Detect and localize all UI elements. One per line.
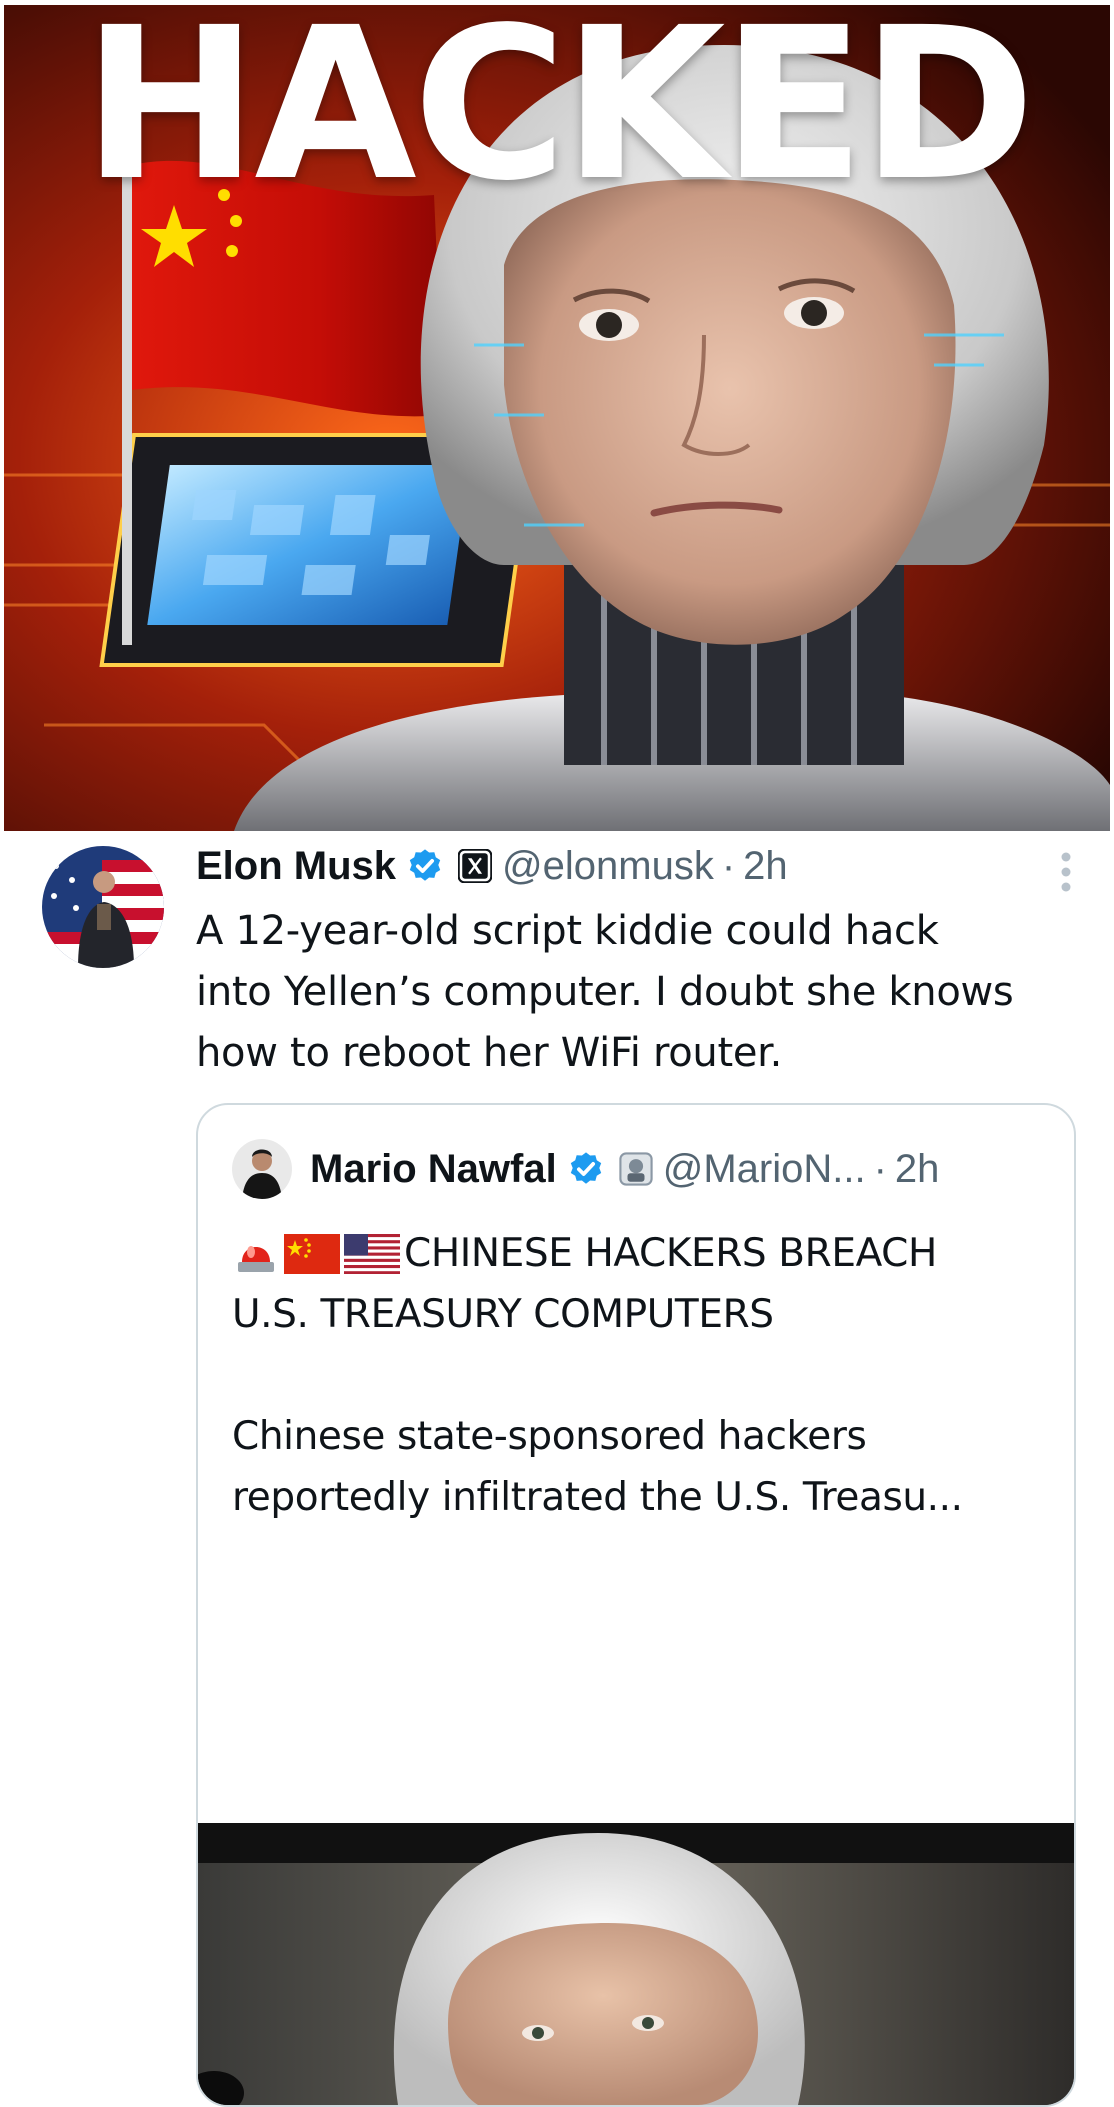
tweet[interactable]: Elon Musk @elonmusk · 2h A 12-year-old s… [0, 833, 1114, 2107]
tweet-text-line: A 12-year-old script kiddie could hack [196, 908, 939, 954]
header-separator: · [873, 1146, 887, 1191]
quoted-headline-line: U.S. TREASURY COMPUTERS [232, 1292, 774, 1337]
us-flag-icon [344, 1233, 400, 1274]
china-flag-icon [284, 1233, 340, 1274]
quoted-tweet-time[interactable]: 2h [895, 1147, 940, 1192]
quoted-tweet-text: CHINESE HACKERS BREACH U.S. TREASURY COM… [232, 1223, 1052, 1528]
author-handle[interactable]: @elonmusk [502, 844, 714, 889]
police-light-icon [238, 1245, 274, 1272]
author-name[interactable]: Elon Musk [196, 844, 396, 889]
quoted-body-line: Chinese state-sponsored hackers [232, 1414, 867, 1459]
more-options-icon[interactable] [1056, 849, 1076, 895]
affiliate-badge-icon[interactable] [619, 1152, 653, 1186]
quoted-tweet-header: Mario Nawfal @MarioN... · 2h [310, 1141, 1044, 1197]
hero-image: HACKED [4, 5, 1110, 831]
quoted-body-line: reportedly infiltrated the U.S. Treasu..… [232, 1475, 963, 1520]
x-logo-icon[interactable] [458, 849, 493, 883]
quoted-avatar-image [232, 1139, 292, 1199]
author-avatar[interactable] [42, 846, 164, 968]
header-separator: · [721, 843, 736, 888]
tweet-text-line: into Yellen’s computer. I doubt she know… [196, 969, 1014, 1015]
quoted-photo-image [198, 1823, 1074, 2105]
tweet-text-line: how to reboot her WiFi router. [196, 1030, 783, 1076]
quoted-tweet-card[interactable]: Mario Nawfal @MarioN... · 2h CHINESE HAC… [196, 1103, 1076, 2107]
verified-badge-icon[interactable] [406, 847, 444, 885]
quoted-tweet-photo[interactable] [198, 1823, 1074, 2105]
quoted-headline: CHINESE HACKERS BREACH [404, 1231, 937, 1276]
verified-badge-icon[interactable] [567, 1150, 605, 1188]
quoted-author-name[interactable]: Mario Nawfal [310, 1147, 557, 1192]
tweet-header: Elon Musk @elonmusk · 2h [196, 843, 1054, 889]
hero-headline: HACKED [82, 5, 1036, 227]
quoted-headline-row: CHINESE HACKERS BREACH [232, 1223, 1052, 1284]
avatar-image [42, 846, 164, 968]
quoted-author-handle[interactable]: @MarioN... [663, 1147, 866, 1192]
quoted-author-avatar[interactable] [232, 1139, 292, 1199]
tweet-text: A 12-year-old script kiddie could hack i… [196, 901, 1076, 1084]
tweet-time[interactable]: 2h [743, 844, 788, 889]
